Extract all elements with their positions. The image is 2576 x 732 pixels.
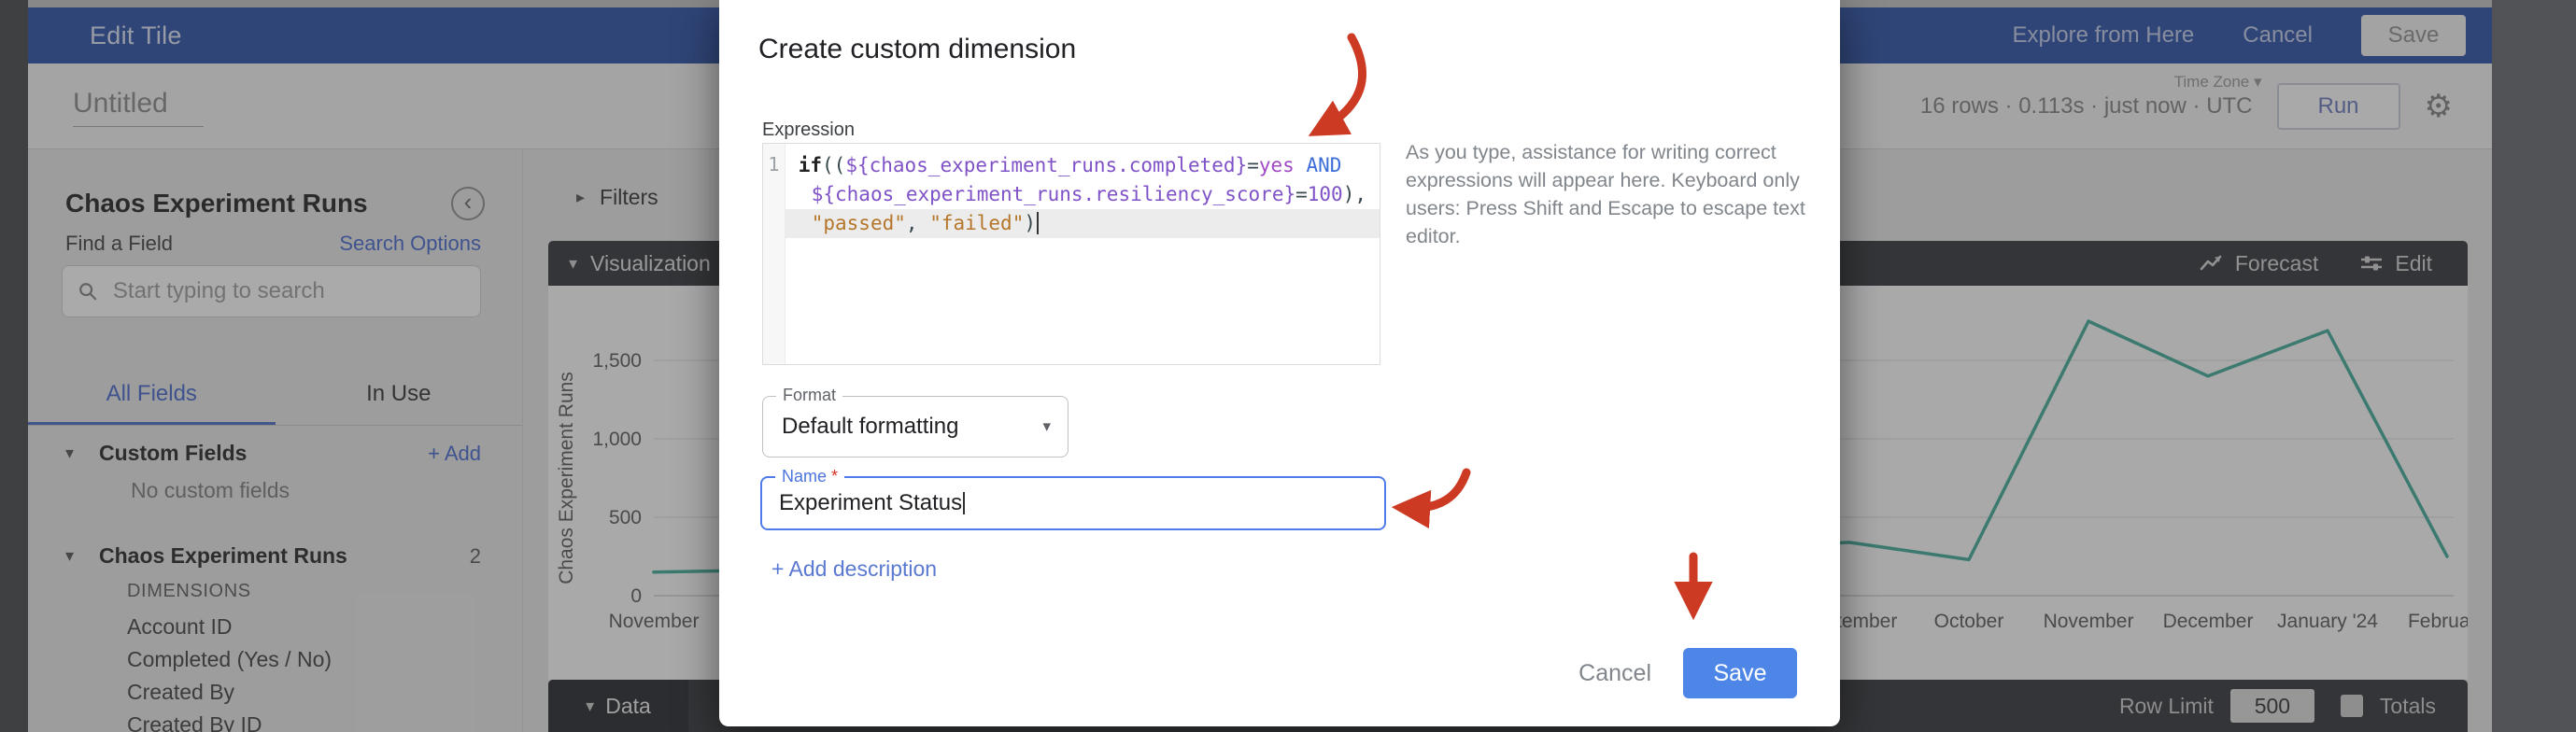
format-selected-value: Default formatting [782, 397, 958, 457]
modal-footer: Cancel Save [1578, 648, 1797, 698]
line-number-gutter: 1 [763, 144, 786, 364]
video-left-margin [0, 0, 28, 732]
caret-down-icon[interactable]: ▾ [1042, 397, 1051, 457]
add-description-link[interactable]: + Add description [771, 556, 937, 582]
screenshot-frame: Edit Tile Explore from Here Cancel Save … [0, 0, 2576, 732]
modal-title: Create custom dimension [758, 34, 1076, 65]
expression-helper-text: As you type, assistance for writing corr… [1406, 138, 1821, 250]
modal-cancel-button[interactable]: Cancel [1578, 660, 1651, 687]
create-custom-dimension-modal: Create custom dimension Expression 1 if(… [719, 0, 1840, 726]
modal-save-button[interactable]: Save [1683, 648, 1797, 698]
format-select[interactable]: Format Default formatting ▾ [762, 396, 1069, 458]
expression-label: Expression [762, 120, 855, 141]
text-cursor [1037, 212, 1039, 234]
expression-code[interactable]: if((${chaos_experiment_runs.completed}=y… [786, 144, 1380, 364]
text-cursor [963, 492, 965, 514]
expression-editor[interactable]: 1 if((${chaos_experiment_runs.completed}… [762, 143, 1380, 365]
name-field[interactable]: Name * Experiment Status [760, 476, 1386, 530]
name-input[interactable]: Experiment Status [779, 478, 965, 528]
